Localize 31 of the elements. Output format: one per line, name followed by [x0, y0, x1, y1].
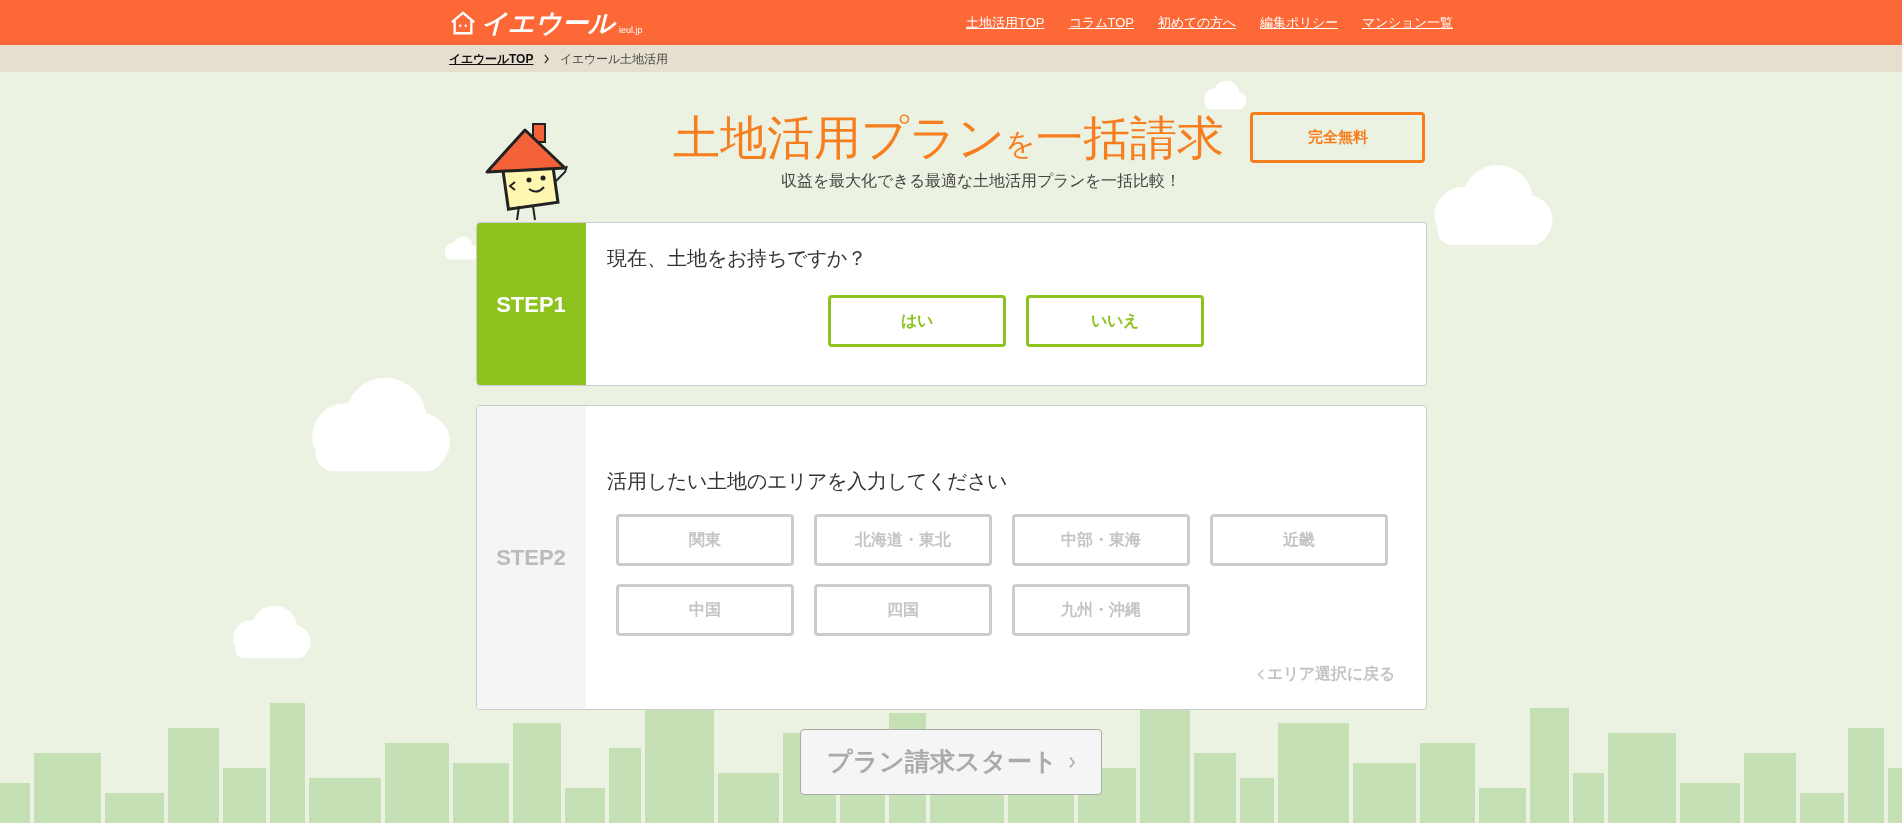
- step-label: STEP1: [476, 223, 586, 385]
- nav-link[interactable]: コラムTOP: [1068, 12, 1134, 33]
- logo-domain: ieul.jp: [619, 25, 643, 35]
- chevron-right-icon: [1067, 755, 1076, 769]
- option-button[interactable]: 北海道・東北: [813, 514, 992, 566]
- logo[interactable]: イエウール ieul.jp: [449, 9, 643, 36]
- nav-link[interactable]: 初めての方へ: [1158, 12, 1236, 33]
- breadcrumb-current: イエウール土地活用: [560, 50, 669, 68]
- step-label: STEP2: [476, 406, 586, 709]
- option-button[interactable]: 四国: [813, 584, 992, 636]
- page-title: 土地活用プラン を一括請求: [673, 114, 1224, 161]
- free-badge: 完全無料: [1250, 112, 1425, 163]
- option-button[interactable]: 関東: [615, 514, 794, 566]
- logo-text: イエウール: [481, 9, 615, 36]
- chevron-right-icon: [543, 53, 551, 64]
- nav-link[interactable]: マンション一覧: [1362, 12, 1453, 33]
- back-link[interactable]: エリア選択に戻る: [1256, 662, 1395, 686]
- option-button[interactable]: 中国: [615, 584, 794, 636]
- option-button[interactable]: いいえ: [1026, 295, 1204, 347]
- house-logo-icon: [449, 9, 477, 36]
- nav-link[interactable]: 土地活用TOP: [966, 12, 1045, 33]
- option-button[interactable]: 九州・沖縄: [1011, 584, 1190, 636]
- option-button[interactable]: 近畿: [1209, 514, 1388, 566]
- subtitle: 収益を最大化できる最適な土地活用プランを一括比較！: [781, 171, 1181, 191]
- option-button[interactable]: はい: [828, 295, 1006, 347]
- option-button[interactable]: 中部・東海: [1011, 514, 1190, 566]
- breadcrumb-link[interactable]: イエウールTOP: [449, 49, 534, 68]
- step-question: 現在、土地をお持ちですか？: [606, 246, 868, 271]
- step-question: 活用したい土地のエリアを入力してください: [606, 469, 1008, 494]
- chevron-left-icon: [1256, 667, 1265, 681]
- nav-link[interactable]: 編集ポリシー: [1260, 12, 1338, 33]
